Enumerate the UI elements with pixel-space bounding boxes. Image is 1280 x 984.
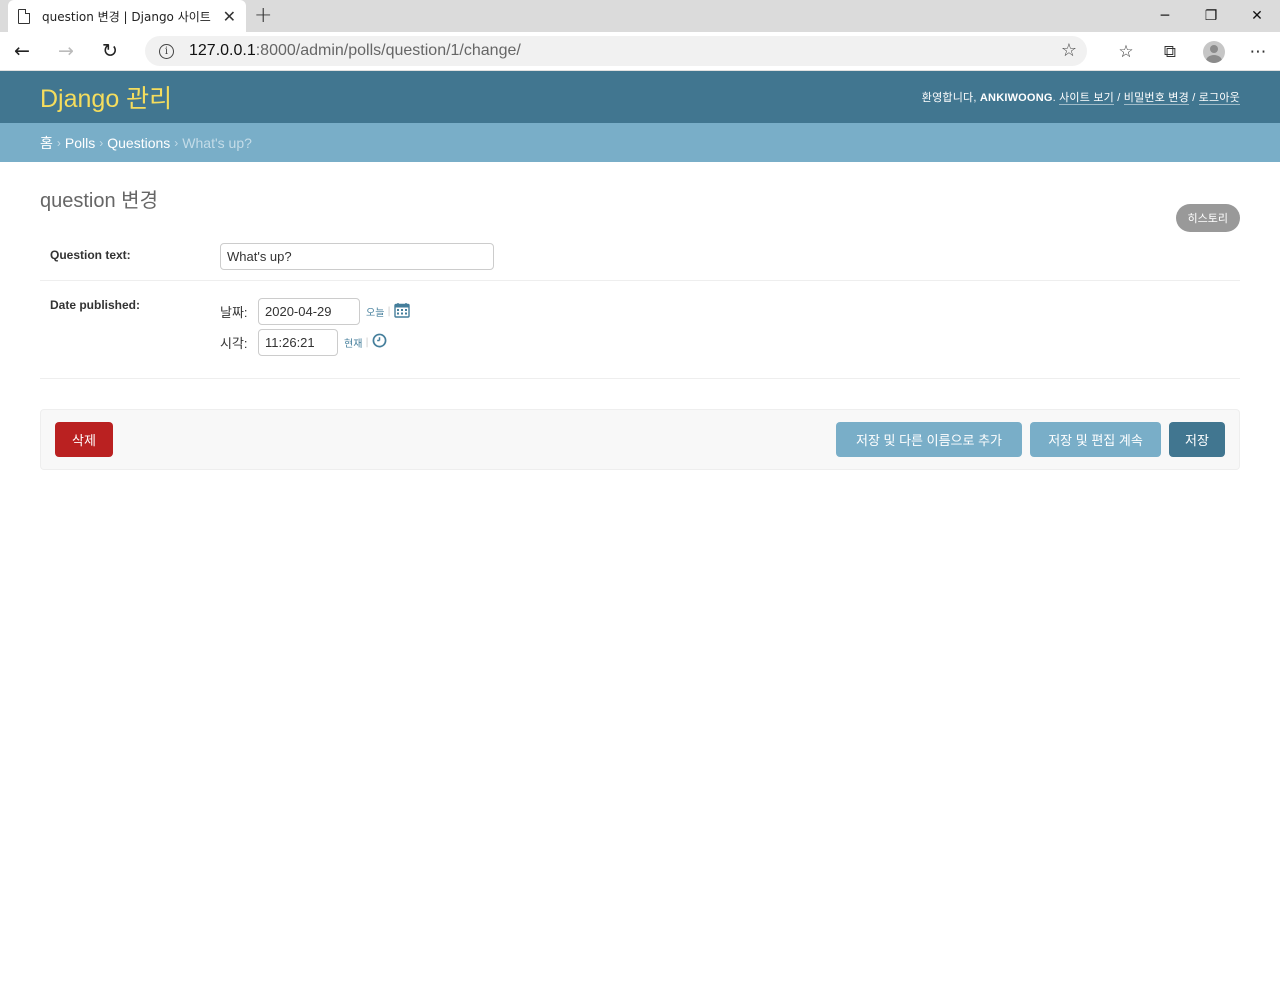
view-site-link[interactable]: 사이트 보기 xyxy=(1059,92,1114,105)
submit-row: 삭제 저장 및 다른 이름으로 추가 저장 및 편집 계속 저장 xyxy=(40,409,1240,470)
favorite-star-icon[interactable]: ☆ xyxy=(1061,40,1077,61)
refresh-icon[interactable]: ↻ xyxy=(88,40,132,62)
logout-link[interactable]: 로그아웃 xyxy=(1198,92,1240,105)
info-icon[interactable]: i xyxy=(159,43,174,59)
page-icon xyxy=(18,8,30,24)
close-window-icon[interactable]: ✕ xyxy=(1234,0,1280,32)
date-published-label: Date published: xyxy=(50,298,141,312)
save-button[interactable]: 저장 xyxy=(1169,422,1225,457)
date-input[interactable] xyxy=(258,298,360,325)
admin-header: Django 관리 환영합니다, ANKIWOONG. 사이트 보기 / 비밀번… xyxy=(0,71,1280,123)
user-tools: 환영합니다, ANKIWOONG. 사이트 보기 / 비밀번호 변경 / 로그아… xyxy=(921,92,1240,105)
page-title: question 변경 xyxy=(40,190,158,212)
minimize-icon[interactable]: ─ xyxy=(1142,0,1188,32)
change-form: Question text: Date published: 날짜: 오늘 | xyxy=(40,233,1240,379)
collections-icon[interactable]: ⧉ xyxy=(1148,42,1192,62)
breadcrumb-separator: › xyxy=(174,135,179,150)
calendar-icon[interactable] xyxy=(394,302,410,322)
site-branding[interactable]: Django 관리 xyxy=(40,79,172,115)
breadcrumb: 홈 › Polls › Questions › What's up? xyxy=(0,123,1280,162)
time-input[interactable] xyxy=(258,329,338,356)
breadcrumb-separator: › xyxy=(99,135,104,150)
form-row-date-published: Date published: 날짜: 오늘 | xyxy=(40,281,1240,379)
question-text-label: Question text: xyxy=(50,248,131,262)
window-controls: ─ ❐ ✕ xyxy=(1142,0,1280,32)
breadcrumb-separator: › xyxy=(56,135,61,150)
delete-button[interactable]: 삭제 xyxy=(55,422,113,457)
more-icon[interactable]: ⋯ xyxy=(1236,42,1280,62)
breadcrumb-home[interactable]: 홈 xyxy=(40,133,53,153)
forward-icon[interactable]: → xyxy=(44,40,88,62)
breadcrumb-current: What's up? xyxy=(182,134,252,151)
clock-icon[interactable] xyxy=(372,333,387,352)
change-password-link[interactable]: 비밀번호 변경 xyxy=(1123,92,1189,105)
main-content: question 변경 히스토리 Question text: Date pub… xyxy=(0,184,1280,379)
welcome-text: 환영합니다, xyxy=(921,92,977,104)
browser-toolbar: ← → ↻ i 127.0.0.1:8000/admin/polls/quest… xyxy=(0,32,1280,71)
restore-icon[interactable]: ❐ xyxy=(1188,0,1234,32)
tab-title: question 변경 | Django 사이트 관 xyxy=(42,9,214,24)
save-and-add-another-button[interactable]: 저장 및 다른 이름으로 추가 xyxy=(836,422,1022,457)
username: ANKIWOONG xyxy=(979,92,1053,104)
form-row-question-text: Question text: xyxy=(40,233,1240,281)
url-text[interactable]: 127.0.0.1:8000/admin/polls/question/1/ch… xyxy=(189,42,521,60)
question-text-input[interactable] xyxy=(220,243,494,270)
time-label: 시각: xyxy=(220,336,248,351)
favorites-icon[interactable]: ☆ xyxy=(1104,42,1148,62)
close-icon[interactable]: ✕ xyxy=(223,7,236,26)
browser-tab[interactable]: question 변경 | Django 사이트 관 ✕ xyxy=(8,0,246,32)
breadcrumb-model[interactable]: Questions xyxy=(107,135,170,151)
history-button[interactable]: 히스토리 xyxy=(1175,204,1240,232)
new-tab-icon[interactable]: + xyxy=(254,3,272,28)
now-link[interactable]: 현재 xyxy=(344,335,362,350)
profile-avatar[interactable] xyxy=(1203,40,1225,63)
back-icon[interactable]: ← xyxy=(0,40,44,62)
breadcrumb-app[interactable]: Polls xyxy=(65,135,95,151)
date-label: 날짜: xyxy=(220,305,248,320)
address-bar[interactable]: i 127.0.0.1:8000/admin/polls/question/1/… xyxy=(145,36,1087,66)
browser-tabstrip: question 변경 | Django 사이트 관 ✕ + ─ ❐ ✕ xyxy=(0,0,1280,32)
datetime-widget: 날짜: 오늘 | xyxy=(220,298,410,360)
save-and-continue-button[interactable]: 저장 및 편집 계속 xyxy=(1030,422,1161,457)
today-link[interactable]: 오늘 xyxy=(366,304,384,319)
